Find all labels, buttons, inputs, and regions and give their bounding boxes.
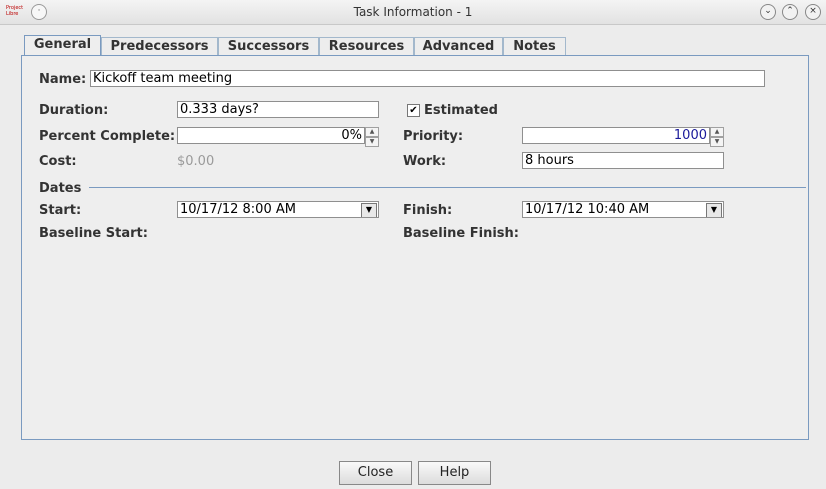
finish-date-value: 10/17/12 10:40 AM (525, 202, 650, 217)
work-field[interactable]: 8 hours (522, 152, 724, 169)
start-date-value: 10/17/12 8:00 AM (180, 202, 296, 217)
tab-predecessors[interactable]: Predecessors (101, 37, 218, 56)
start-date-select[interactable]: 10/17/12 8:00 AM ▼ (177, 201, 379, 218)
priority-label: Priority: (403, 129, 464, 144)
dropdown-arrow-icon[interactable]: ▼ (706, 203, 722, 217)
estimated-checkbox[interactable]: ✔ (407, 104, 420, 117)
baseline-start-label: Baseline Start: (39, 226, 148, 241)
tab-general[interactable]: General (24, 35, 101, 57)
duration-label: Duration: (39, 103, 109, 118)
name-field[interactable]: Kickoff team meeting (90, 70, 765, 87)
tab-notes[interactable]: Notes (503, 37, 566, 56)
percent-complete-field[interactable]: 0% (177, 127, 365, 144)
tab-successors[interactable]: Successors (218, 37, 319, 56)
spin-up-icon[interactable]: ▲ (710, 127, 724, 137)
help-button[interactable]: Help (418, 461, 491, 485)
baseline-finish-label: Baseline Finish: (403, 226, 519, 241)
start-label: Start: (39, 203, 82, 218)
finish-date-select[interactable]: 10/17/12 10:40 AM ▼ (522, 201, 724, 218)
dates-separator (89, 187, 806, 188)
tab-advanced[interactable]: Advanced (414, 37, 503, 56)
maximize-icon[interactable]: ⌃ (782, 4, 798, 20)
dates-section-label: Dates (39, 181, 82, 196)
cost-value: $0.00 (177, 154, 215, 169)
work-label: Work: (403, 154, 447, 169)
checkmark-icon: ✔ (409, 105, 418, 116)
percent-complete-label: Percent Complete: (39, 129, 176, 144)
close-window-icon[interactable]: × (805, 4, 821, 20)
finish-label: Finish: (403, 203, 453, 218)
spin-down-icon[interactable]: ▼ (710, 137, 724, 147)
priority-field[interactable]: 1000 (522, 127, 710, 144)
priority-stepper[interactable]: ▲ ▼ (710, 127, 724, 147)
percent-complete-stepper[interactable]: ▲ ▼ (365, 127, 379, 147)
estimated-label: Estimated (424, 103, 498, 118)
title-bar: Project Libre · Task Information - 1 ⌄ ⌃ … (0, 0, 826, 25)
cost-label: Cost: (39, 154, 77, 169)
close-button[interactable]: Close (339, 461, 412, 485)
window-title: Task Information - 1 (353, 5, 473, 19)
name-label: Name: (39, 72, 87, 87)
minimize-icon[interactable]: ⌄ (760, 4, 776, 20)
spin-up-icon[interactable]: ▲ (365, 127, 379, 137)
tab-resources[interactable]: Resources (319, 37, 414, 56)
spin-down-icon[interactable]: ▼ (365, 137, 379, 147)
dropdown-arrow-icon[interactable]: ▼ (361, 203, 377, 217)
duration-field[interactable]: 0.333 days? (177, 101, 379, 118)
